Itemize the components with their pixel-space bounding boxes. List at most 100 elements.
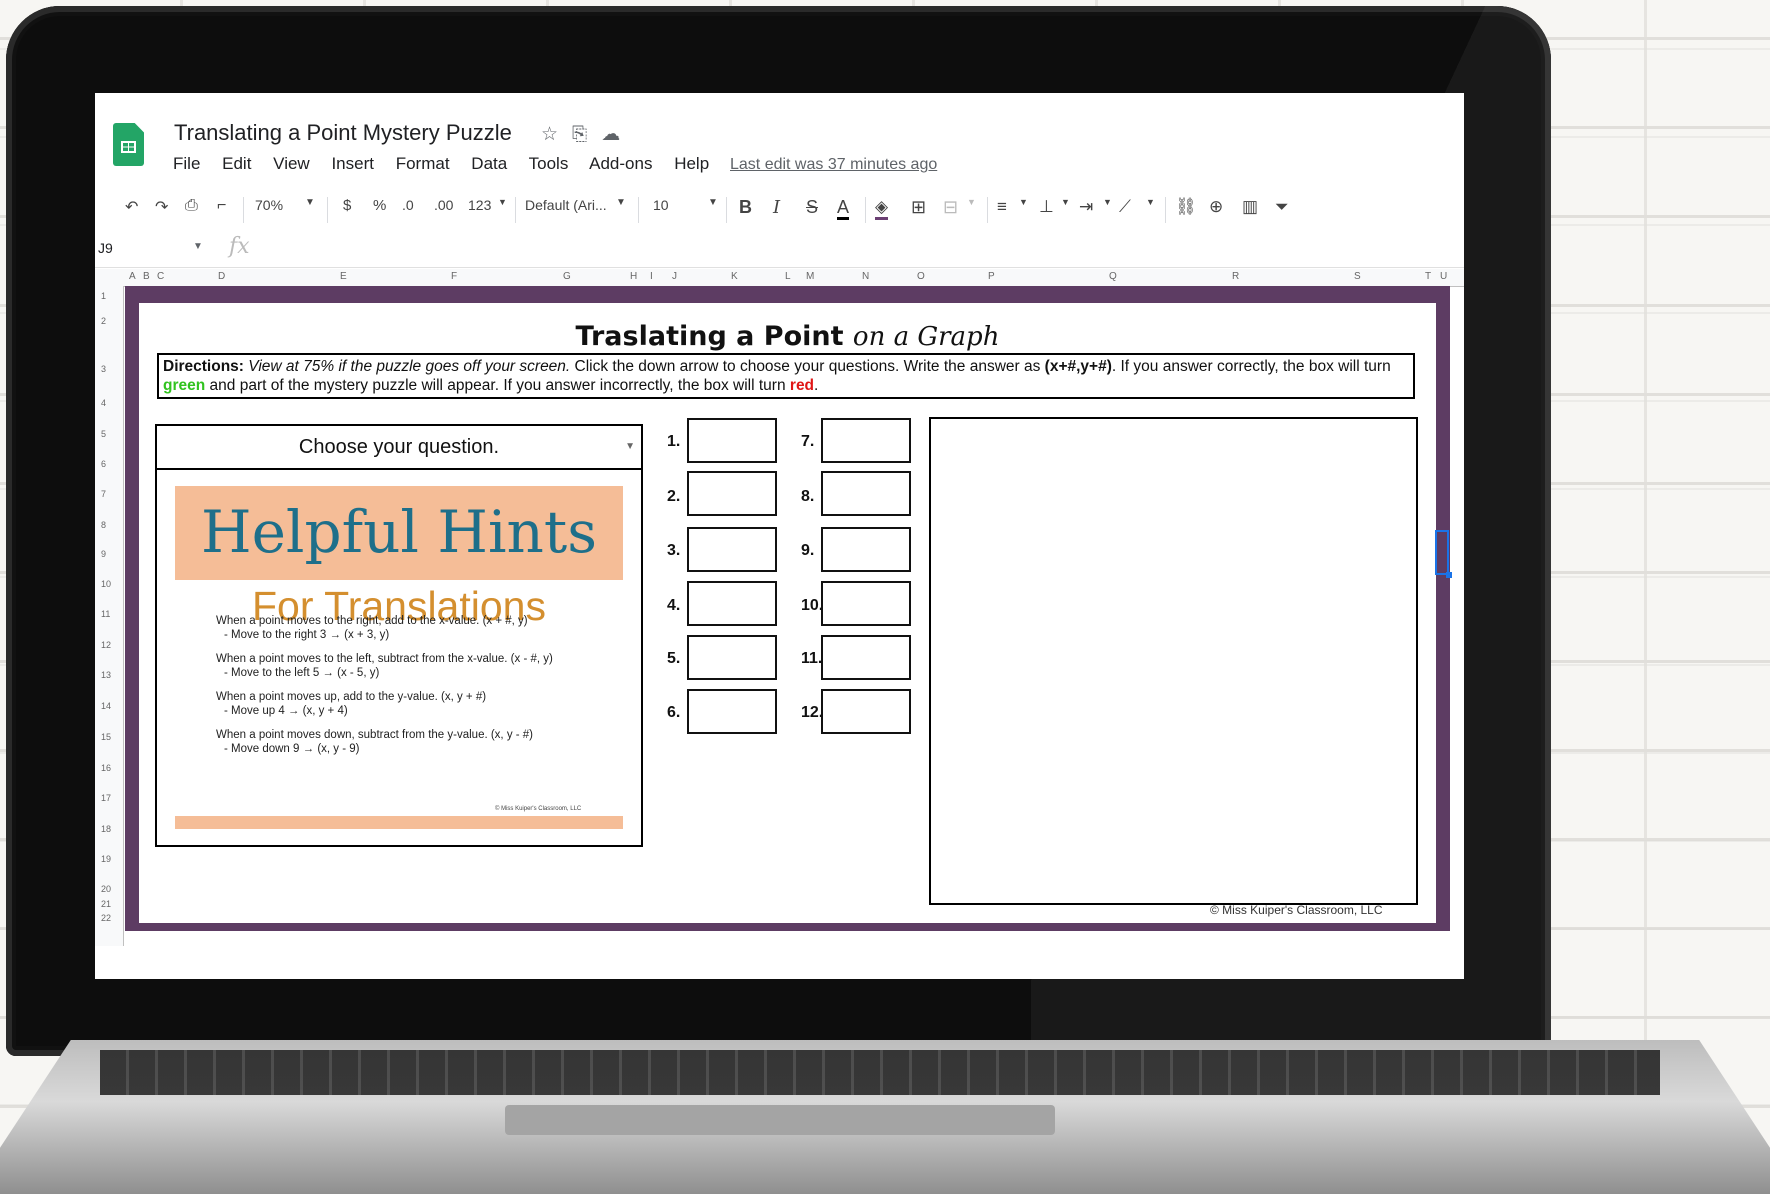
decrease-decimal-button[interactable]: .0 [402,197,414,213]
menu-help[interactable]: Help [674,154,709,173]
row-header[interactable]: 12 [101,640,111,650]
row-header[interactable]: 1 [101,291,106,301]
document-title[interactable]: Translating a Point Mystery Puzzle [174,120,512,146]
menu-insert[interactable]: Insert [331,154,374,173]
zoom-select[interactable]: 70% [255,197,283,213]
italic-button[interactable]: I [773,197,780,218]
question-dropdown[interactable]: Choose your question. ▼ [157,426,641,470]
font-select[interactable]: Default (Ari... [525,197,607,213]
column-header[interactable]: C [157,271,164,282]
column-header[interactable]: U [1440,271,1447,282]
row-header[interactable]: 18 [101,824,111,834]
row-header[interactable]: 4 [101,398,106,408]
menu-view[interactable]: View [273,154,310,173]
answer-input[interactable] [821,418,911,463]
row-header[interactable]: 6 [101,459,106,469]
filter-icon[interactable]: ⏷ [1275,197,1289,217]
row-header[interactable]: 13 [101,670,111,680]
undo-icon[interactable]: ↶ [125,197,138,217]
column-header[interactable]: I [650,271,653,282]
answer-input[interactable] [821,527,911,572]
text-wrapping-icon[interactable]: ⇥ [1079,197,1093,217]
chevron-down-icon[interactable]: ▼ [708,197,718,208]
column-header[interactable]: T [1425,271,1431,282]
answer-input[interactable] [687,635,777,680]
insert-comment-icon[interactable]: ⊕ [1209,197,1223,217]
answer-input[interactable] [821,689,911,734]
answer-input[interactable] [687,689,777,734]
column-header[interactable]: A [129,271,136,282]
column-header[interactable]: G [563,271,571,282]
star-icon[interactable]: ☆ [541,124,572,145]
currency-format-button[interactable]: $ [343,197,351,214]
chevron-down-icon[interactable]: ▼ [967,197,976,207]
strikethrough-button[interactable]: S [806,197,818,218]
row-header[interactable]: 2 [101,316,106,326]
row-header[interactable]: 22 [101,913,111,923]
text-color-button[interactable]: A [837,197,850,220]
more-formats-button[interactable]: 123 [468,197,491,213]
answer-input[interactable] [687,418,777,463]
chevron-down-icon[interactable]: ▼ [625,426,635,468]
fill-color-icon[interactable]: ◈ [875,197,889,220]
chevron-down-icon[interactable]: ▼ [1061,197,1070,207]
directions-box[interactable]: Directions: View at 75% if the puzzle go… [157,353,1415,399]
answer-input[interactable] [821,581,911,626]
insert-link-icon[interactable]: ⛓ [1175,197,1197,217]
row-header[interactable]: 9 [101,549,106,559]
row-header[interactable]: 7 [101,489,106,499]
move-folder-icon[interactable]: ⎘ [572,124,601,145]
column-header[interactable]: S [1354,271,1361,282]
menu-data[interactable]: Data [471,154,507,173]
column-header[interactable]: O [917,271,925,282]
column-header[interactable]: D [218,271,225,282]
menu-tools[interactable]: Tools [529,154,569,173]
column-header[interactable]: Q [1109,271,1117,282]
merge-cells-icon[interactable]: ⊟ [943,197,958,218]
answer-input[interactable] [687,581,777,626]
row-header[interactable]: 21 [101,899,111,909]
column-header[interactable]: M [806,271,814,282]
chevron-down-icon[interactable]: ▼ [616,197,626,208]
percent-format-button[interactable]: % [373,197,386,214]
horizontal-align-icon[interactable]: ≡ [997,197,1007,217]
chevron-down-icon[interactable]: ▼ [193,241,203,252]
column-header[interactable]: L [785,271,791,282]
answer-input[interactable] [821,471,911,516]
menu-addons[interactable]: Add-ons [589,154,652,173]
chevron-down-icon[interactable]: ▼ [305,197,315,208]
row-header[interactable]: 5 [101,429,106,439]
text-rotation-icon[interactable]: ⟋ [1119,197,1131,217]
sheets-logo-icon[interactable] [113,123,144,166]
answer-input[interactable] [687,471,777,516]
selected-cell-j9[interactable] [1435,530,1452,578]
vertical-align-icon[interactable]: ⊥ [1039,197,1054,217]
bold-button[interactable]: B [739,197,752,218]
column-header[interactable]: B [143,271,150,282]
menu-edit[interactable]: Edit [222,154,251,173]
row-header[interactable]: 15 [101,732,111,742]
column-header[interactable]: R [1232,271,1239,282]
increase-decimal-button[interactable]: .00 [434,197,453,213]
column-header[interactable]: E [340,271,347,282]
row-header[interactable]: 17 [101,793,111,803]
insert-chart-icon[interactable]: ▥ [1242,197,1258,217]
row-header[interactable]: 14 [101,701,111,711]
column-header[interactable]: K [731,271,738,282]
column-header[interactable]: F [451,271,457,282]
menu-file[interactable]: File [173,154,200,173]
redo-icon[interactable]: ↷ [155,197,168,217]
chevron-down-icon[interactable]: ▼ [1019,197,1028,207]
column-header[interactable]: J [672,271,677,282]
row-header[interactable]: 10 [101,579,111,589]
last-edit-link[interactable]: Last edit was 37 minutes ago [730,156,937,174]
row-header[interactable]: 8 [101,520,106,530]
row-header[interactable]: 20 [101,884,111,894]
answer-input[interactable] [687,527,777,572]
print-icon[interactable]: ⎙ [185,197,198,215]
row-header[interactable]: 3 [101,364,106,374]
cloud-status-icon[interactable]: ☁ [601,124,634,145]
column-header[interactable]: H [630,271,637,282]
menu-format[interactable]: Format [396,154,450,173]
row-header[interactable]: 19 [101,854,111,864]
